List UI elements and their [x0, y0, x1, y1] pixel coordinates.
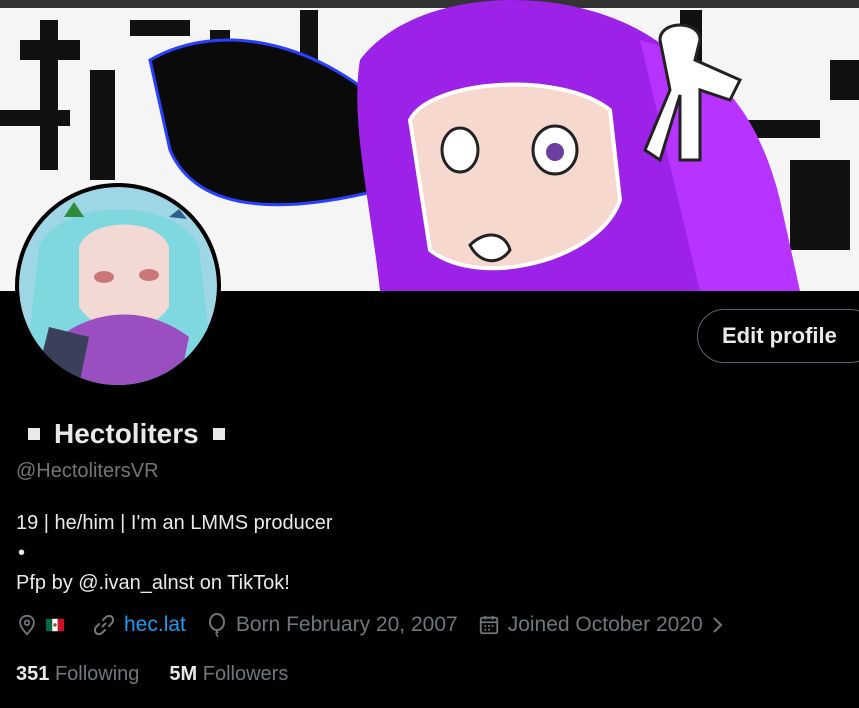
profile-avatar[interactable]	[15, 183, 221, 389]
profile-meta-row: hec.lat Born February 20, 2007 Joined Oc…	[16, 613, 753, 637]
display-name-row: Hectoliters	[28, 418, 225, 450]
bio-line-1: 19 | he/him | I'm an LMMS producer	[16, 512, 333, 534]
link-icon	[93, 614, 115, 636]
following-label: Following	[54, 663, 140, 685]
followers-label: Followers	[202, 663, 289, 685]
square-emoji-right-icon	[212, 428, 225, 440]
joined-date: Joined October 2020	[507, 613, 703, 636]
following-count: 351	[16, 663, 55, 685]
website-link[interactable]: hec.lat	[124, 613, 186, 637]
followers-count: 5M	[169, 663, 203, 685]
user-handle: @HectolitersVR	[16, 460, 159, 482]
mexico-flag-icon	[46, 616, 72, 634]
chevron-right-icon[interactable]	[711, 615, 725, 635]
square-emoji-left-icon	[28, 428, 40, 440]
bio-bullet: •	[18, 542, 26, 564]
display-name: Hectoliters	[54, 418, 199, 449]
profile-bio: 19 | he/him | I'm an LMMS producer • Pfp…	[16, 508, 333, 598]
avatar-artwork	[19, 187, 217, 385]
location-pin-icon	[19, 614, 35, 636]
calendar-icon	[479, 615, 498, 635]
bio-line-3: Pfp by @.ivan_alnst on TikTok!	[16, 572, 290, 594]
birth-date: Born February 20, 2007	[235, 613, 458, 636]
location-item	[16, 614, 72, 636]
follow-stats: 351 Following 5M Followers	[16, 663, 318, 686]
balloon-icon	[208, 613, 225, 637]
website-item[interactable]: hec.lat	[92, 613, 186, 637]
following-stat[interactable]: 351 Following	[16, 663, 139, 686]
birthday-item: Born February 20, 2007	[206, 613, 458, 637]
edit-profile-button[interactable]: Edit profile	[697, 309, 859, 363]
followers-stat[interactable]: 5M Followers	[169, 663, 288, 686]
joined-item: Joined October 2020	[478, 613, 733, 637]
